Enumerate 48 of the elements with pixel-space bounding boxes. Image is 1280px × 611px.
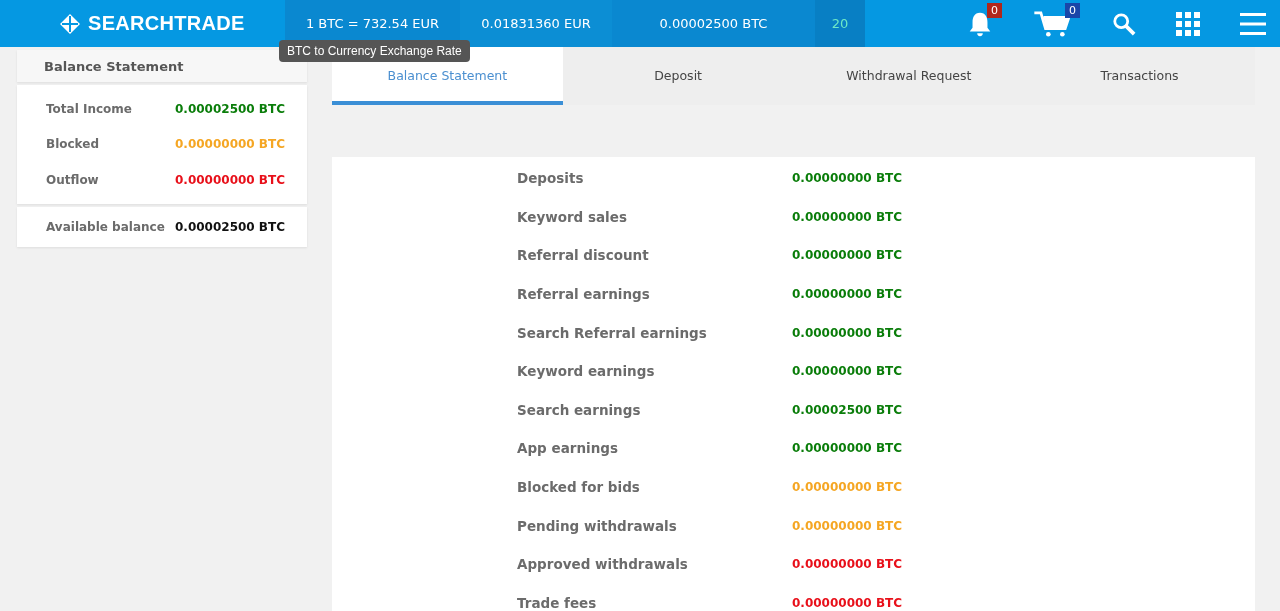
summary-label: Blocked — [46, 137, 99, 152]
statement-value: 0.00000000 BTC — [792, 209, 903, 224]
statement-label: Trade fees — [516, 594, 598, 611]
search-icon[interactable] — [1112, 11, 1136, 36]
grid-icon[interactable] — [1176, 11, 1200, 36]
statement-label: Referral earnings — [516, 286, 651, 303]
notification-count: 0 — [987, 2, 1002, 18]
statement-label: Search earnings — [516, 401, 642, 418]
cart-count: 0 — [1065, 2, 1080, 18]
exchange-rate: 1 BTC = 732.54 EUR — [304, 15, 441, 33]
statement-value: 0.00000000 BTC — [792, 441, 903, 456]
eur-balance: 0.01831360 EUR — [460, 0, 612, 47]
statement-value: 0.00000000 BTC — [792, 480, 903, 495]
statement-label: Approved withdrawals — [516, 556, 689, 573]
btc-balance: 0.00002500 BTC — [658, 15, 769, 33]
tab[interactable]: Deposit — [562, 47, 794, 105]
tab[interactable]: Transactions — [1024, 47, 1255, 105]
statement-value: 0.00002500 BTC — [792, 402, 903, 417]
summary-value: 0.00002500 BTC — [174, 101, 285, 116]
statement-label: Keyword sales — [516, 208, 628, 225]
statement-label: Keyword earnings — [516, 363, 656, 380]
statement-value: 0.00000000 BTC — [792, 287, 903, 302]
menu-icon[interactable] — [1240, 11, 1266, 36]
logo-text: SEARCHTRADE — [88, 12, 245, 35]
statement-label: Referral discount — [516, 247, 650, 264]
summary-label: Outflow — [46, 172, 99, 187]
balance-label: Available balance — [46, 219, 165, 234]
statement-label: Blocked for bids — [516, 479, 641, 496]
statement-label: App earnings — [516, 440, 619, 457]
balance-value: 0.00002500 BTC — [174, 219, 285, 234]
sidebar-title: Balance Statement — [44, 58, 184, 74]
count-badge: 20 — [815, 0, 865, 47]
tab[interactable]: Withdrawal Request — [793, 47, 1025, 105]
statement-value: 0.00000000 BTC — [792, 518, 903, 533]
statement-label: Deposits — [516, 170, 585, 187]
statement-value: 0.00000000 BTC — [792, 595, 903, 610]
summary-value: 0.00000000 BTC — [174, 172, 285, 187]
statement-label: Search Referral earnings — [516, 324, 708, 341]
statement-value: 0.00000000 BTC — [792, 364, 903, 379]
statement-value: 0.00000000 BTC — [792, 325, 903, 340]
statement-value: 0.00000000 BTC — [792, 248, 903, 263]
logo-icon — [60, 13, 80, 34]
statement-label: Pending withdrawals — [516, 517, 678, 534]
statement-value: 0.00000000 BTC — [792, 557, 903, 572]
statement-value: 0.00000000 BTC — [792, 171, 903, 186]
tooltip: BTC to Currency Exchange Rate — [279, 40, 470, 62]
summary-value: 0.00000000 BTC — [174, 137, 285, 152]
summary-label: Total Income — [46, 101, 132, 116]
